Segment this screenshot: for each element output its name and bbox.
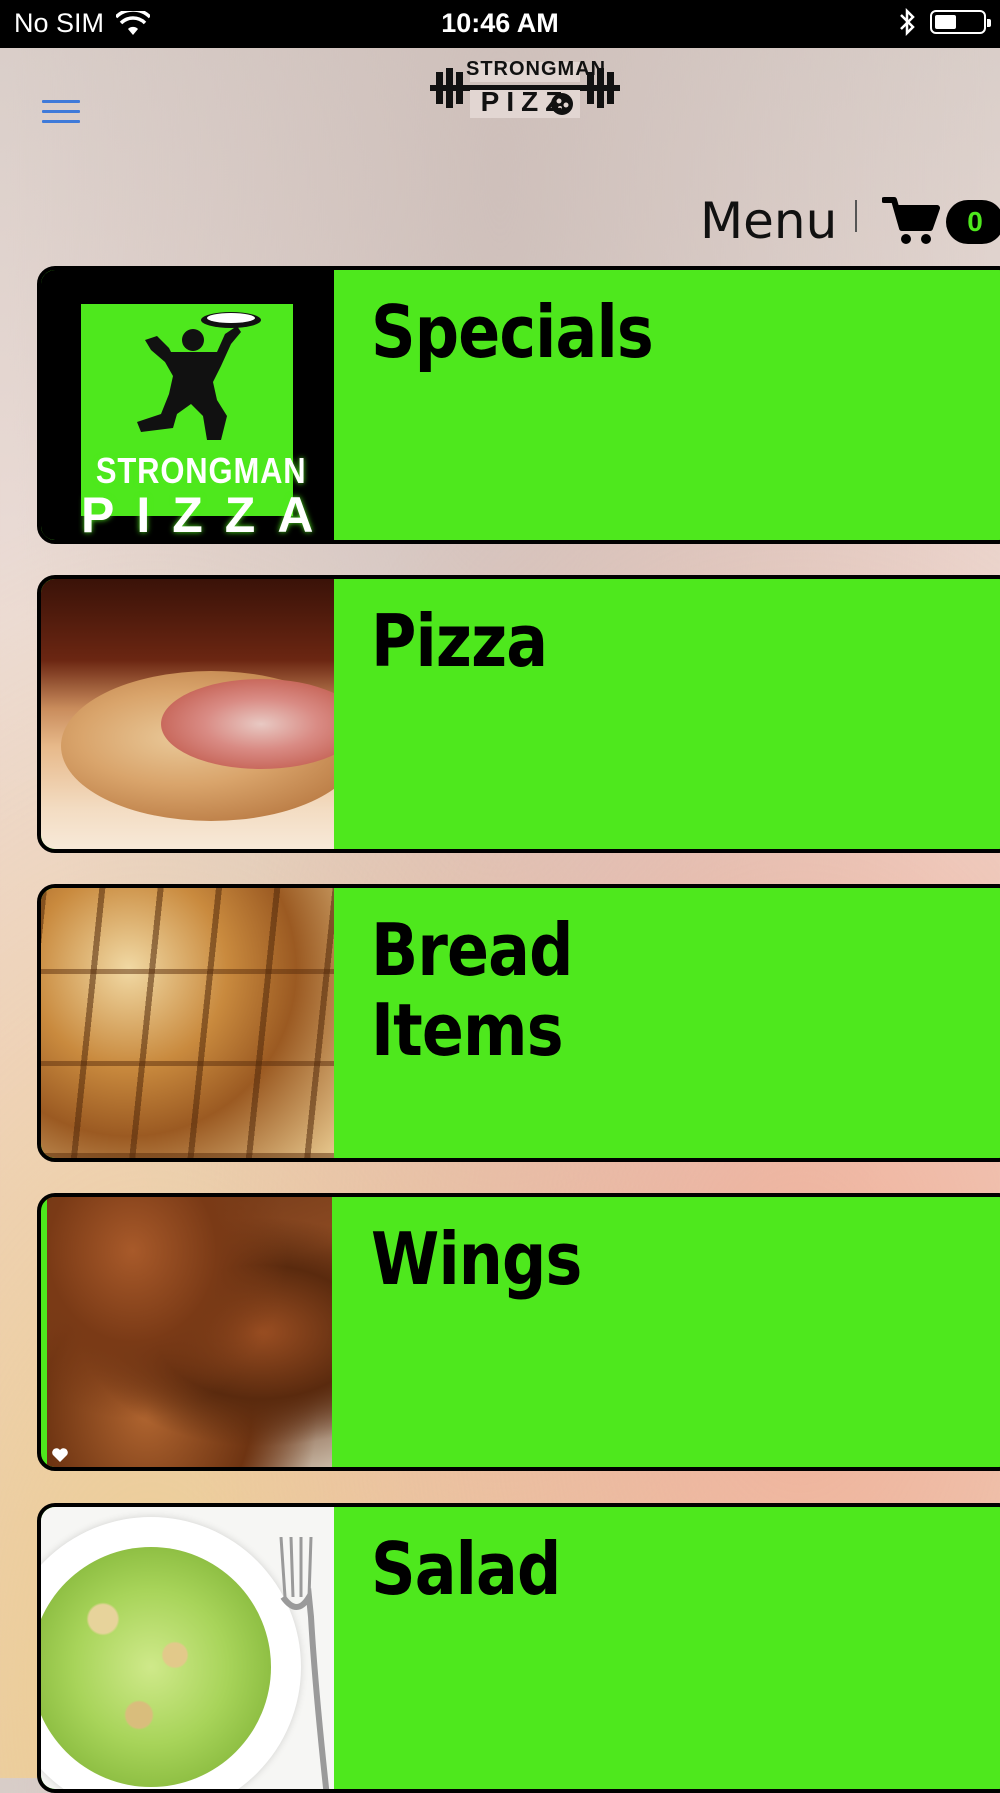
salad-photo xyxy=(41,1507,334,1789)
hamburger-menu-icon[interactable] xyxy=(42,100,80,124)
status-right xyxy=(898,8,991,36)
heart-icon xyxy=(52,1448,68,1462)
logo-text-bottom: PIZZ xyxy=(480,86,570,117)
category-title: Salad xyxy=(371,1527,561,1611)
category-card-pizza[interactable]: Pizza xyxy=(37,575,1000,853)
specials-logo-image: STRONGMAN PIZZA xyxy=(41,270,334,540)
specials-logo-line2: PIZZA xyxy=(81,487,334,540)
clock: 10:46 AM xyxy=(441,8,559,38)
title-line-1: Bread xyxy=(371,908,573,992)
fork-icon xyxy=(279,1537,330,1789)
logo-text-top: STRONGMAN xyxy=(466,58,607,80)
category-title: Bread Items xyxy=(371,910,573,1070)
cart-count-badge[interactable]: 0 xyxy=(946,200,1000,244)
wings-photo xyxy=(47,1197,332,1467)
bluetooth-icon xyxy=(900,8,915,36)
breadsticks-photo xyxy=(41,888,334,1158)
battery-icon xyxy=(930,10,991,34)
strongman-pizza-logo[interactable]: STRONGMAN PIZZ xyxy=(430,58,620,122)
header-divider xyxy=(855,200,857,232)
cart-icon[interactable] xyxy=(882,196,940,246)
category-card-salad[interactable]: Salad xyxy=(37,1503,1000,1793)
menu-title[interactable]: Menu xyxy=(700,192,837,250)
title-line-2: Items xyxy=(371,988,564,1072)
battery-level xyxy=(935,15,956,29)
status-bar: No SIM 10:46 AM xyxy=(0,0,1000,48)
category-title: Specials xyxy=(371,290,654,374)
pizza-photo xyxy=(41,579,334,849)
category-title: Pizza xyxy=(371,599,548,683)
category-card-specials[interactable]: STRONGMAN PIZZA Specials xyxy=(37,266,1000,544)
battery-tip xyxy=(987,19,991,27)
category-card-wings[interactable]: Wings xyxy=(37,1193,1000,1471)
category-title: Wings xyxy=(371,1217,582,1301)
strongman-silhouette-icon xyxy=(137,312,261,440)
category-card-bread-items[interactable]: Bread Items xyxy=(37,884,1000,1162)
